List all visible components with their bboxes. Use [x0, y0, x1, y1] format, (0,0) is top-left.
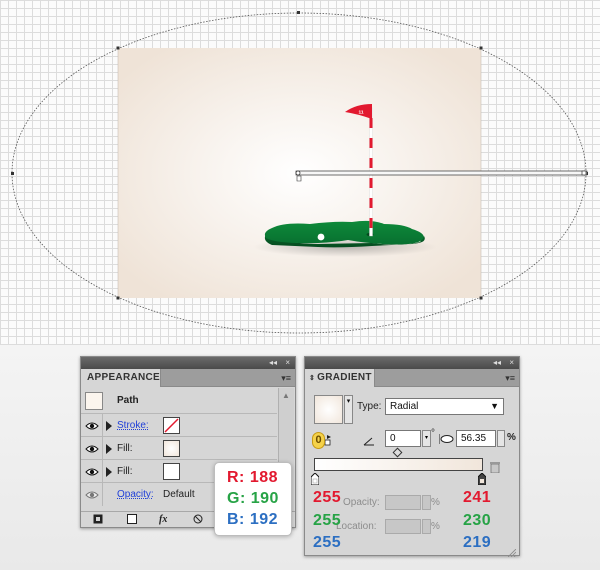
visibility-eye-icon[interactable]	[81, 483, 103, 506]
panel-menu-icon[interactable]: ▾≡	[281, 373, 291, 383]
gradient-panel: ◂◂ × ⇕GRADIENT ▾≡ ▾ Type: Radial ▼ 0 ▾	[304, 356, 520, 558]
artboard-corner-bl	[116, 296, 120, 300]
gradient-swatch-icon[interactable]	[163, 440, 180, 457]
aspect-dropdown-icon[interactable]	[497, 430, 505, 447]
step-badge: 0	[312, 432, 325, 449]
path-thumbnail-icon	[85, 392, 103, 410]
degree-symbol: °	[431, 428, 435, 439]
left-stop-green: 255	[313, 512, 342, 529]
chevron-down-icon: ▼	[490, 401, 499, 411]
tab-gradient-label: GRADIENT	[317, 372, 372, 383]
gradient-midpoint-slider[interactable]	[392, 447, 403, 458]
expand-triangle-icon[interactable]	[106, 444, 112, 454]
stop-opacity-input[interactable]	[385, 495, 421, 510]
angle-dropdown-icon[interactable]: ▾	[422, 430, 431, 447]
visibility-eye-icon[interactable]	[81, 437, 103, 460]
left-stop-blue: 255	[313, 534, 342, 551]
type-label: Type:	[357, 401, 382, 412]
artboard-corner-tr	[479, 46, 483, 50]
collapse-panel-icon[interactable]: ◂◂	[493, 357, 501, 369]
tab-toggle-icon[interactable]: ⇕	[309, 375, 315, 382]
stop-opacity-dropdown-icon[interactable]	[422, 495, 431, 510]
expand-triangle-icon[interactable]	[106, 421, 112, 431]
annotator-end-square[interactable]	[581, 170, 587, 176]
callout-red-value: R: 188	[227, 469, 279, 486]
aspect-ratio-icon	[438, 432, 454, 444]
angle-icon	[363, 433, 375, 446]
type-value: Radial	[390, 401, 419, 412]
fill-label: Fill:	[117, 443, 133, 454]
tab-appearance[interactable]: APPEARANCE	[81, 369, 161, 387]
close-panel-icon[interactable]: ×	[285, 357, 290, 369]
left-stop-red: 255	[313, 489, 342, 506]
aspect-ratio-input[interactable]: 56.35	[456, 430, 496, 447]
flag-number: 11	[358, 110, 363, 116]
appearance-title-row[interactable]: Path	[81, 388, 277, 414]
illustrator-workspace: 11 ◂◂ × APPEARANCE ▾≡ Path Stroke: Fill:…	[0, 0, 600, 570]
ellipse-anchor-top[interactable]	[297, 11, 300, 14]
gradient-presets-dropdown-icon[interactable]: ▾	[344, 395, 353, 424]
gradient-stop-left[interactable]	[310, 472, 320, 486]
canvas-area[interactable]: 11	[0, 0, 600, 345]
type-select[interactable]: Radial ▼	[385, 398, 504, 415]
path-label: Path	[117, 395, 139, 406]
scroll-up-icon[interactable]: ▲	[282, 391, 290, 400]
stroke-label[interactable]: Stroke:	[117, 414, 149, 437]
close-panel-icon[interactable]: ×	[509, 357, 514, 369]
white-swatch-icon[interactable]	[163, 463, 180, 480]
artboard-corner-br	[479, 296, 483, 300]
right-stop-green: 230	[463, 512, 492, 529]
appearance-tabbar: APPEARANCE ▾≡	[81, 369, 295, 387]
right-stop-red: 241	[463, 489, 492, 506]
angle-input[interactable]: 0	[385, 430, 421, 447]
opacity-label[interactable]: Opacity:	[117, 483, 154, 506]
add-new-fill-icon[interactable]	[127, 514, 137, 528]
appearance-row-stroke[interactable]: Stroke:	[81, 414, 277, 437]
location-percent: %	[431, 521, 440, 532]
gradient-panel-titlebar[interactable]: ◂◂ ×	[305, 357, 519, 369]
resize-grip-icon[interactable]	[507, 544, 517, 558]
callout-blue-value: B: 192	[227, 511, 279, 528]
none-swatch-icon[interactable]	[163, 417, 180, 434]
ellipse-anchor-left[interactable]	[11, 172, 14, 175]
stop-location-input[interactable]	[385, 519, 421, 534]
aspect-ratio-value: 56.35	[461, 433, 487, 444]
add-effect-icon[interactable]: fx	[159, 514, 167, 526]
add-new-stroke-icon[interactable]	[93, 514, 103, 528]
gradient-thumbnail[interactable]	[314, 395, 343, 424]
expand-triangle-icon[interactable]	[106, 467, 112, 477]
opacity-value: Default	[163, 489, 195, 500]
angle-value: 0	[390, 433, 396, 444]
golf-ball-icon	[317, 233, 325, 241]
stop-location-dropdown-icon[interactable]	[422, 519, 431, 534]
artboard-corner-tl	[116, 46, 120, 50]
gradient-ramp[interactable]	[314, 458, 483, 471]
appearance-panel-titlebar[interactable]: ◂◂ ×	[81, 357, 295, 369]
callout-green-value: G: 190	[227, 490, 279, 507]
right-stop-blue: 219	[463, 534, 492, 551]
gradient-tabbar: ⇕ GRADIENT ▾≡	[305, 369, 519, 387]
percent-symbol: %	[507, 432, 516, 443]
delete-stop-icon[interactable]	[490, 460, 500, 474]
stop-opacity-label: Opacity:	[343, 497, 380, 508]
stop-location-label: Location:	[336, 521, 377, 532]
rgb-callout: R: 188 G: 190 B: 192	[214, 462, 292, 536]
visibility-eye-icon[interactable]	[81, 414, 103, 437]
fill-label: Fill:	[117, 466, 133, 477]
clear-appearance-icon[interactable]	[193, 514, 203, 528]
gradient-stop-right[interactable]	[477, 472, 487, 486]
canvas-artwork: 11	[11, 11, 588, 334]
panel-menu-icon[interactable]: ▾≡	[505, 373, 515, 383]
collapse-panel-icon[interactable]: ◂◂	[269, 357, 277, 369]
visibility-eye-icon[interactable]	[81, 460, 103, 483]
appearance-row-fill-gradient[interactable]: Fill:	[81, 437, 277, 460]
tab-gradient[interactable]: ⇕ GRADIENT	[305, 369, 375, 387]
opacity-percent: %	[431, 497, 440, 508]
